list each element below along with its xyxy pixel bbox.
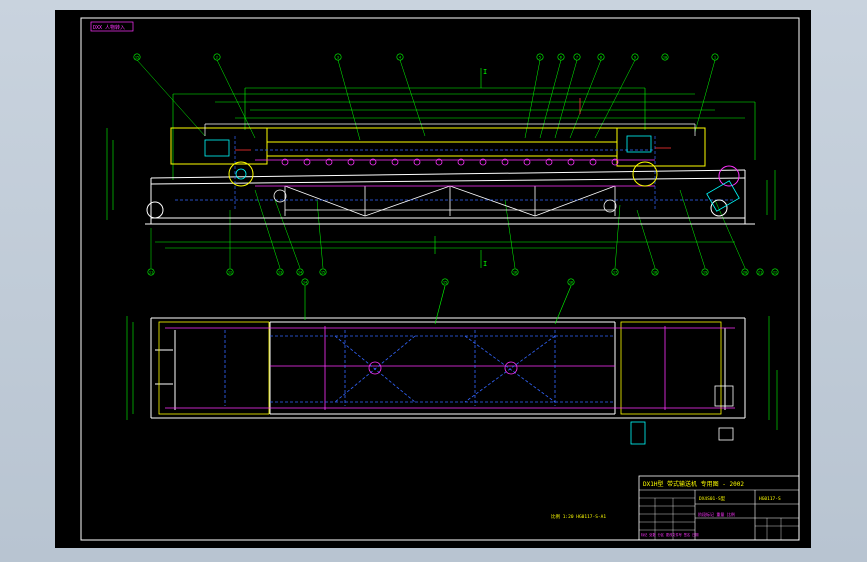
balloon-label: 3	[337, 55, 339, 59]
title-drawing-code: DX4S01-S型	[699, 495, 726, 502]
drawing-frame	[80, 17, 800, 541]
scale-note: 比例 1:20 HG0117-S-A1	[551, 513, 606, 520]
plan-drive	[368, 361, 734, 445]
upper-frame-outline	[204, 123, 696, 136]
plan-outline	[150, 317, 746, 419]
title-revision-labels: 标记 处数 分区 更改文件号 签名 日期	[641, 532, 698, 537]
section-mark-bottom: I	[483, 260, 487, 268]
section-mark-top: I	[483, 68, 487, 76]
balloon-label: 10	[663, 55, 667, 59]
balloon-label: 13	[278, 270, 282, 274]
balloon-label: 7	[576, 55, 578, 59]
balloon-label: 5	[539, 55, 541, 59]
balloon-label: 9	[634, 55, 636, 59]
corner-tag: DXX 人物转入	[93, 24, 125, 31]
balloon-label: 2	[216, 55, 218, 59]
balloon-label: 21	[758, 270, 762, 274]
balloon-label: 18	[653, 270, 657, 274]
balloon-label: 4	[399, 55, 401, 59]
elevation-view: I I	[106, 59, 776, 269]
title-main: DX1H型 带式输送机 专用图 - 2002	[643, 480, 744, 488]
balloon-label: 15	[321, 270, 325, 274]
balloon-label: 14	[298, 270, 302, 274]
balloon-label: 14	[303, 280, 307, 284]
balloon-label: 15	[443, 280, 447, 284]
balloon-label: 22	[773, 270, 777, 274]
plan-belt	[165, 326, 735, 410]
balloon-label: 17	[613, 270, 617, 274]
balloon-label: 12	[228, 270, 232, 274]
balloons-plan: 14 15 16	[301, 278, 575, 286]
balloon-label: 16	[569, 280, 573, 284]
balloon-label: 16	[513, 270, 517, 274]
balloon-label: 11	[149, 270, 153, 274]
balloons-top: 15 2 3 4 5 6 7 8 9 10 1	[133, 53, 719, 61]
balloon-label: 8	[600, 55, 602, 59]
title-sheet-code: HG0117-S	[759, 496, 781, 502]
plan-hidden	[224, 330, 615, 406]
balloon-label: 6	[560, 55, 562, 59]
balloon-label: 19	[703, 270, 707, 274]
title-stage-labels: 阶段标记 重量 比例	[698, 511, 735, 517]
cad-viewport[interactable]: DXX 人物转入 I I 15 2 3 4 5 6 7 8 9 10 1 11 …	[55, 10, 811, 548]
plan-view	[126, 285, 778, 445]
balloons-bottom: 11 12 13 14 15 16 17 18 19 20 21 22	[147, 268, 779, 276]
title-block: DX1H型 带式输送机 专用图 - 2002 DX4S01-S型 HG0117-…	[638, 475, 800, 541]
cad-drawing: DXX 人物转入 I I 15 2 3 4 5 6 7 8 9 10 1 11 …	[80, 17, 800, 541]
balloon-label: 15	[135, 55, 139, 59]
balloon-label: 20	[743, 270, 747, 274]
balloon-label: 1	[714, 55, 716, 59]
dimension-lines-top	[106, 68, 776, 268]
truss-frame	[284, 185, 616, 217]
